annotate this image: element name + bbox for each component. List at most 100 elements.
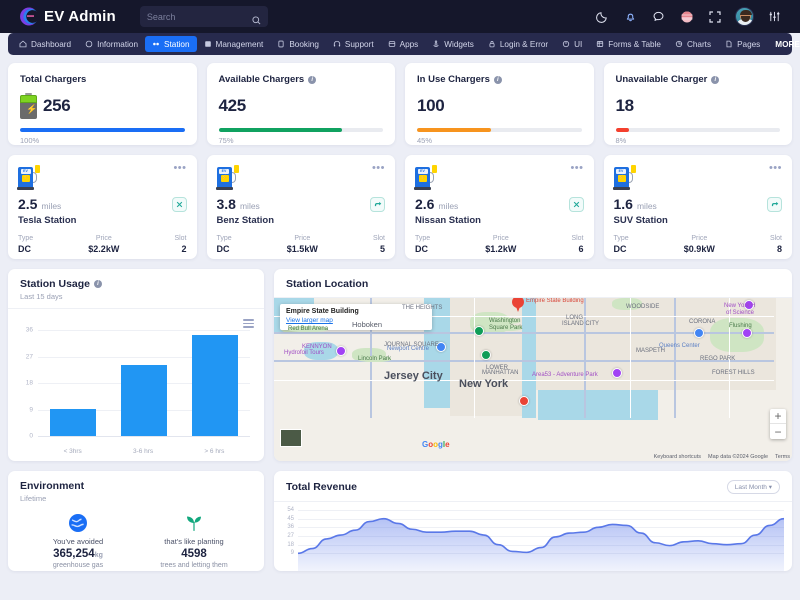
nav-item-station[interactable]: Station bbox=[145, 36, 197, 52]
map-zoom-in-button[interactable]: + bbox=[770, 409, 786, 424]
revenue-period-dropdown[interactable]: Last Month ▾ bbox=[726, 480, 780, 494]
station-name: Nissan Station bbox=[415, 215, 481, 226]
google-logo: Google bbox=[422, 440, 450, 449]
station-card-header: EV ⚡ ••• bbox=[612, 163, 783, 190]
station-card[interactable]: EV ⚡ ••• 2.6 miles Nissan Station Type DC … bbox=[405, 155, 594, 259]
stat-title: Available Chargers i bbox=[219, 74, 384, 85]
map-footer: Keyboard shortcuts Map data ©2024 Google… bbox=[654, 454, 790, 460]
settings-icon[interactable] bbox=[767, 9, 782, 24]
info-icon[interactable]: i bbox=[94, 280, 103, 288]
map-road bbox=[274, 380, 774, 381]
map-label: THE HEIGHTS bbox=[402, 305, 443, 311]
meta-label-type: Type bbox=[18, 235, 34, 242]
stat-value-row: ⚡ 256 bbox=[20, 92, 185, 120]
map-terms-link[interactable]: Terms bbox=[775, 454, 790, 460]
info-circle-icon bbox=[85, 40, 93, 48]
x-axis-tick: 3-6 hrs bbox=[132, 448, 154, 455]
map-poi[interactable] bbox=[336, 346, 346, 356]
ev-charger-icon: EV ⚡ bbox=[215, 164, 241, 190]
nav-item-ui[interactable]: UI bbox=[555, 36, 589, 52]
map-viewport[interactable]: Empire State Building View larger map Em… bbox=[274, 298, 792, 461]
station-meta: Type DC Price $0.9kW Slot 8 bbox=[614, 235, 783, 254]
search-box[interactable] bbox=[139, 6, 268, 27]
meta-value-type: DC bbox=[18, 244, 31, 254]
language-icon[interactable] bbox=[679, 9, 694, 24]
map-road bbox=[630, 298, 631, 418]
stat-title-text: Total Chargers bbox=[20, 74, 87, 85]
nav-item-charts[interactable]: Charts bbox=[668, 36, 718, 52]
station-action-close-icon[interactable] bbox=[171, 197, 187, 212]
meta-value-type: DC bbox=[415, 244, 428, 254]
station-menu-button[interactable]: ••• bbox=[173, 163, 186, 174]
chart-menu-icon[interactable] bbox=[243, 319, 254, 330]
station-menu-button[interactable]: ••• bbox=[769, 163, 782, 174]
nav-item-support[interactable]: Support bbox=[326, 36, 381, 52]
map-poi[interactable] bbox=[519, 396, 529, 406]
progress-fill bbox=[417, 128, 492, 132]
map-label: of Science bbox=[726, 310, 755, 316]
nav-item-booking[interactable]: Booking bbox=[270, 36, 326, 52]
map-attribution: Map data ©2024 Google bbox=[708, 454, 769, 460]
map-zoom-out-button[interactable]: − bbox=[770, 424, 786, 439]
meta-label-price: Price bbox=[294, 235, 311, 242]
nav-item-pages[interactable]: Pages bbox=[718, 36, 767, 52]
distance-value: 2.5 bbox=[18, 196, 38, 212]
map-zoom-controls[interactable]: + − bbox=[770, 409, 786, 439]
nav-item-forms-table[interactable]: Forms & Table bbox=[589, 36, 668, 52]
avatar[interactable] bbox=[735, 7, 754, 26]
stat-value-row: 100 bbox=[417, 92, 582, 120]
messages-icon[interactable] bbox=[651, 9, 666, 24]
station-menu-button[interactable]: ••• bbox=[372, 163, 385, 174]
meta-value-type: DC bbox=[216, 244, 230, 254]
station-menu-button[interactable]: ••• bbox=[570, 163, 583, 174]
grid-icon bbox=[204, 40, 212, 48]
station-location-header: Station Location bbox=[274, 269, 792, 298]
bar-group bbox=[38, 331, 250, 437]
stat-title: In Use Chargers i bbox=[417, 74, 582, 85]
nav-item-dashboard[interactable]: Dashboard bbox=[12, 36, 78, 52]
info-icon[interactable]: i bbox=[493, 75, 502, 84]
station-card[interactable]: EV ⚡ ••• 3.8 miles Benz Station Type DC Pr… bbox=[206, 155, 395, 259]
nav-item-management[interactable]: Management bbox=[197, 36, 271, 52]
station-action-directions-icon[interactable] bbox=[370, 197, 385, 212]
info-icon[interactable]: i bbox=[711, 75, 720, 84]
map-keyboard-shortcuts[interactable]: Keyboard shortcuts bbox=[654, 454, 701, 460]
map-poi[interactable] bbox=[481, 350, 491, 360]
nav-item-apps[interactable]: Apps bbox=[381, 36, 426, 52]
meta-label-type: Type bbox=[216, 235, 232, 242]
nav-item-login-error[interactable]: Login & Error bbox=[481, 36, 555, 52]
nav-label: Station bbox=[164, 39, 190, 49]
dark-mode-icon[interactable] bbox=[595, 9, 610, 24]
street-view-thumbnail[interactable] bbox=[280, 429, 302, 447]
nav-more-button[interactable]: MORE bbox=[767, 40, 800, 49]
brand-logo-group[interactable]: EV Admin bbox=[10, 7, 116, 26]
nav-item-widgets[interactable]: Widgets bbox=[425, 36, 481, 52]
station-usage-card: Station Usage i Last 15 days 0 9 18 27 36 < … bbox=[8, 269, 264, 461]
station-card[interactable]: EV ⚡ ••• 2.5 miles Tesla Station Type DC P… bbox=[8, 155, 197, 259]
search-input[interactable] bbox=[146, 11, 261, 22]
notifications-icon[interactable] bbox=[623, 9, 638, 24]
chart-bar[interactable] bbox=[191, 335, 238, 437]
map-poi[interactable] bbox=[474, 326, 484, 336]
progress-track bbox=[615, 128, 780, 132]
map-pin[interactable] bbox=[512, 298, 524, 312]
stat-title: Total Chargers bbox=[20, 74, 185, 85]
bar-chart-axis bbox=[38, 436, 250, 437]
station-card[interactable]: EV ⚡ ••• 1.6 miles SUV Station Type DC Pri… bbox=[603, 155, 792, 259]
nav-item-information[interactable]: Information bbox=[78, 36, 145, 52]
map-pin-label: Empire State Building bbox=[526, 298, 584, 304]
chart-bar[interactable] bbox=[50, 409, 97, 437]
map-poi[interactable] bbox=[742, 328, 752, 338]
info-icon[interactable]: i bbox=[308, 75, 317, 84]
chart-bar[interactable] bbox=[120, 364, 167, 437]
map-poi[interactable] bbox=[612, 368, 622, 378]
map-poi[interactable] bbox=[694, 328, 704, 338]
stat-value: 100 bbox=[417, 96, 445, 115]
station-action-close-icon[interactable] bbox=[568, 197, 584, 212]
y-axis-tick: 0 bbox=[29, 432, 33, 440]
station-name: Tesla Station bbox=[18, 215, 77, 226]
stat-value-row: 425 bbox=[219, 92, 384, 120]
station-action-directions-icon[interactable] bbox=[767, 197, 782, 212]
meta-label-slot: Slot bbox=[571, 235, 584, 242]
fullscreen-icon[interactable] bbox=[707, 9, 722, 24]
